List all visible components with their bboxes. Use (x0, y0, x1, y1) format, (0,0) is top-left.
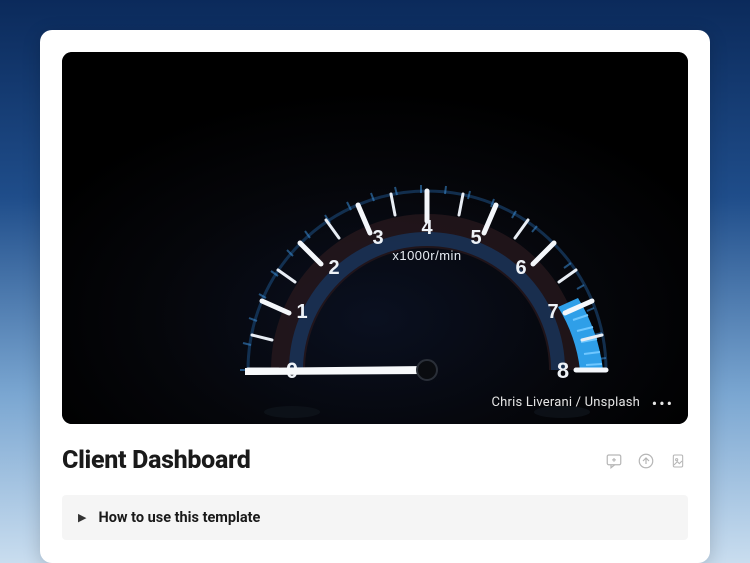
title-row: Client Dashboard (62, 446, 688, 475)
page-actions (604, 451, 688, 471)
tach-num-6: 6 (515, 257, 526, 279)
page-card: 0 1 2 3 4 5 6 7 8 x1000r/min Chris Liver… (40, 30, 710, 563)
tachometer-illustration: 0 1 2 3 4 5 6 7 8 x1000r/min (62, 52, 688, 424)
tach-unit-label: x1000r/min (392, 248, 461, 263)
hero-image: 0 1 2 3 4 5 6 7 8 x1000r/min Chris Liver… (62, 52, 688, 424)
disclosure-triangle-icon[interactable]: ▶ (78, 511, 86, 524)
tach-num-3: 3 (372, 227, 383, 249)
tach-num-8: 8 (557, 358, 569, 383)
tach-num-1: 1 (296, 301, 307, 323)
tach-num-2: 2 (328, 257, 339, 279)
callout-label: How to use this template (98, 509, 260, 526)
image-icon[interactable] (668, 451, 688, 471)
page-title: Client Dashboard (62, 446, 251, 475)
tach-num-7: 7 (547, 301, 558, 323)
hero-credit: Chris Liverani / Unsplash (492, 395, 641, 410)
tach-num-5: 5 (470, 227, 481, 249)
tach-num-4: 4 (421, 217, 433, 239)
callout-how-to-use[interactable]: ▶ How to use this template (62, 495, 688, 540)
comment-add-icon[interactable] (604, 451, 624, 471)
share-icon[interactable] (636, 451, 656, 471)
hero-more-button[interactable]: ••• (652, 396, 674, 412)
